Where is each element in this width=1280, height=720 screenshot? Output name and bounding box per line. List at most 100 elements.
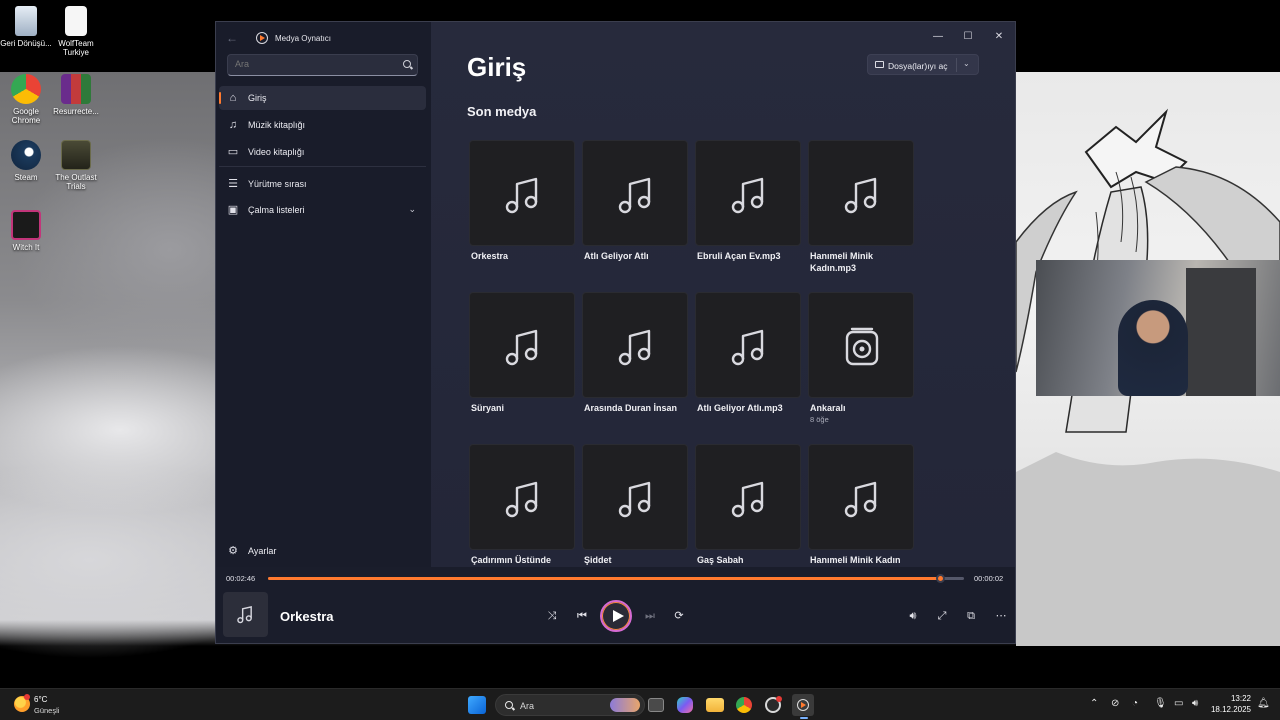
media-tile-title[interactable]: Gaş Sabah <box>695 554 799 566</box>
copilot-icon[interactable] <box>677 697 693 713</box>
media-tile-art[interactable] <box>582 444 688 550</box>
sidebar-item-settings[interactable]: ⚙ Ayarlar <box>219 539 426 563</box>
media-tile[interactable]: Arasında Duran İnsan <box>582 292 690 414</box>
chevron-up-icon[interactable]: ⌃ <box>1090 698 1098 709</box>
media-tile-art[interactable] <box>469 292 575 398</box>
media-tile-title[interactable]: Çadırımın Üstünde <box>469 554 573 566</box>
chevron-down-icon[interactable]: ⌄ <box>408 204 416 215</box>
play-button[interactable] <box>600 600 632 632</box>
sidebar-item-label: Yürütme sırası <box>248 179 307 189</box>
playlist-icon: ▣ <box>227 204 239 216</box>
search-input[interactable] <box>235 59 395 69</box>
media-tile[interactable]: Ebruli Açan Ev.mp3 <box>695 140 803 262</box>
media-tile[interactable]: Atlı Geliyor Atlı.mp3 <box>695 292 803 414</box>
maximize-button[interactable]: ☐ <box>958 28 978 46</box>
search-icon[interactable] <box>403 60 411 68</box>
media-tile[interactable]: Hanımeli Minik Kadın.mp3 <box>808 140 916 274</box>
media-tile-title[interactable]: Atlı Geliyor Atlı.mp3 <box>695 402 799 414</box>
media-tile-title[interactable]: Şiddet <box>582 554 686 566</box>
chevron-down-icon[interactable]: ⌄ <box>963 59 970 68</box>
back-arrow-icon[interactable]: ← <box>226 31 238 45</box>
media-tile[interactable]: Ankaralı 8 öğe <box>808 292 916 424</box>
media-tile[interactable]: Orkestra <box>469 140 577 262</box>
now-playing-art[interactable] <box>223 592 268 637</box>
open-files-button[interactable]: Dosya(lar)ıyı aç ⌄ <box>867 54 979 75</box>
game-icon <box>11 210 41 240</box>
witch-it-desktop-icon[interactable]: Witch It <box>0 210 52 252</box>
now-playing-title: Orkestra <box>280 609 334 624</box>
display-icon[interactable]: ▭ <box>1174 698 1183 709</box>
media-tile-title[interactable]: Orkestra <box>469 250 573 262</box>
wolfteam-desktop-icon[interactable]: WolfTeam Turkiye <box>50 6 102 57</box>
seek-bar-thumb[interactable] <box>935 574 945 583</box>
media-tile-title[interactable]: Hanımeli Minik Kadın <box>808 554 912 566</box>
media-tile[interactable]: Şiddet <box>582 444 690 566</box>
media-tile-art[interactable] <box>808 292 914 398</box>
task-view-icon[interactable] <box>648 698 664 712</box>
media-tile[interactable]: Süryani <box>469 292 577 414</box>
close-button[interactable]: ✕ <box>989 28 1009 46</box>
media-tile-title[interactable]: Hanımeli Minik Kadın.mp3 <box>808 250 912 274</box>
media-tile-art[interactable] <box>808 444 914 550</box>
repeat-icon[interactable]: ⟳ <box>668 605 690 627</box>
clock-date[interactable]: 18.12.2025 <box>1210 705 1251 714</box>
seek-bar[interactable] <box>268 574 964 583</box>
media-tile-title[interactable]: Ebruli Açan Ev.mp3 <box>695 250 799 262</box>
sidebar-item-home[interactable]: ⌂ Giriş <box>219 86 426 110</box>
media-tile-title[interactable]: Süryani <box>469 402 573 414</box>
sidebar-item-music-library[interactable]: ♫ Müzik kitaplığı <box>219 113 426 137</box>
minimize-button[interactable]: — <box>928 28 948 46</box>
media-tile-art[interactable] <box>808 140 914 246</box>
search-highlight-icon <box>610 698 640 712</box>
search-box[interactable] <box>227 54 418 76</box>
media-tile-art[interactable] <box>695 140 801 246</box>
media-tile-art[interactable] <box>469 140 575 246</box>
media-tile-art[interactable] <box>582 292 688 398</box>
start-windows-icon[interactable] <box>468 696 486 714</box>
desktop-icon-label: Geri Dönüşü... <box>0 39 52 48</box>
media-tile-title[interactable]: Atlı Geliyor Atlı <box>582 250 686 262</box>
next-icon[interactable]: ⏭ <box>639 605 661 627</box>
weather-temperature[interactable]: 6°C <box>34 695 47 704</box>
resurrected-desktop-icon[interactable]: Resurrecte... <box>50 74 102 116</box>
media-tile[interactable]: Atlı Geliyor Atlı <box>582 140 690 262</box>
previous-icon[interactable]: ⏮ <box>571 605 593 627</box>
weather-description[interactable]: Güneşli <box>34 706 59 715</box>
network-off-icon[interactable]: ⊘ <box>1111 698 1119 709</box>
volume-icon[interactable]: 🔊︎ <box>902 605 924 627</box>
media-tile-title[interactable]: Arasında Duran İnsan <box>582 402 686 414</box>
sidebar-item-play-queue[interactable]: ☰ Yürütme sırası <box>219 172 426 196</box>
headset-icon[interactable]: ◔ <box>1132 698 1138 709</box>
taskbar-search[interactable]: Ara <box>495 694 645 716</box>
sidebar-divider <box>219 166 426 167</box>
media-player-window: Giriş Dosya(lar)ıyı aç ⌄ Son medya Orkes… <box>215 21 1016 644</box>
chrome-icon[interactable] <box>736 697 752 713</box>
shuffle-icon[interactable]: ⤨ <box>541 605 563 627</box>
file-explorer-icon[interactable] <box>706 698 724 712</box>
notification-bell-icon[interactable]: 🔔︎ <box>1257 698 1270 709</box>
fullscreen-icon[interactable]: ⤢ <box>931 605 953 627</box>
media-tile[interactable]: Çadırımın Üstünde <box>469 444 577 566</box>
volume-icon[interactable]: 🔊︎ <box>1192 698 1198 709</box>
media-tile-title[interactable]: Ankaralı <box>808 402 912 414</box>
media-tile-art[interactable] <box>469 444 575 550</box>
mini-player-icon[interactable]: ⧉ <box>960 605 982 627</box>
microphone-icon[interactable]: 🎙︎ <box>1154 698 1167 709</box>
sidebar-item-playlists[interactable]: ▣ Çalma listeleri ⌄ <box>219 198 426 222</box>
more-options-icon[interactable]: ⋯ <box>990 605 1012 627</box>
recent-media-heading: Son medya <box>467 104 537 119</box>
recycle-bin-desktop-icon[interactable]: Geri Dönüşü... <box>0 6 52 48</box>
media-tile-art[interactable] <box>582 140 688 246</box>
media-tile[interactable]: Gaş Sabah <box>695 444 803 566</box>
clock-time[interactable]: 13:22 <box>1226 694 1251 703</box>
music-note-icon <box>844 177 877 214</box>
media-tile-art[interactable] <box>695 292 801 398</box>
chrome-desktop-icon[interactable]: Google Chrome <box>0 74 52 125</box>
media-tile[interactable]: Hanımeli Minik Kadın <box>808 444 916 566</box>
page-title: Giriş <box>467 52 527 82</box>
sidebar-item-video-library[interactable]: ▭ Video kitaplığı <box>219 140 426 164</box>
music-note-icon: ♫ <box>228 119 238 131</box>
outlast-trials-desktop-icon[interactable]: The Outlast Trials <box>50 140 102 191</box>
media-tile-art[interactable] <box>695 444 801 550</box>
steam-desktop-icon[interactable]: Steam <box>0 140 52 182</box>
